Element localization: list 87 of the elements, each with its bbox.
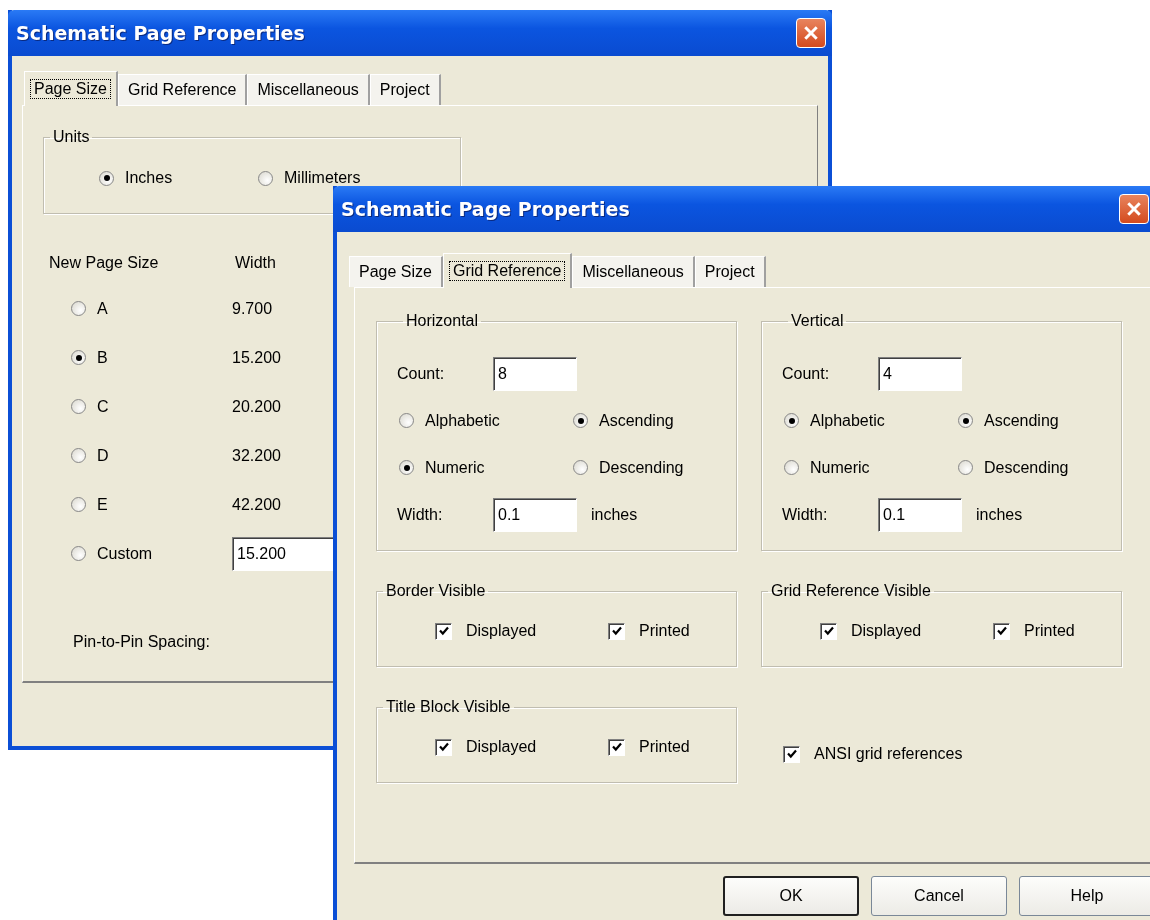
checkbox[interactable] <box>820 622 837 640</box>
radio-button[interactable] <box>958 460 973 475</box>
checkbox[interactable] <box>435 622 452 640</box>
tab[interactable]: Grid Reference <box>117 74 248 105</box>
checkbox-label[interactable]: Printed <box>1024 622 1075 640</box>
tab[interactable]: Page Size <box>349 256 443 287</box>
field-label: Width: <box>397 505 444 524</box>
width-field[interactable]: 0.1 <box>493 497 577 532</box>
checkbox[interactable] <box>435 738 452 756</box>
unit-label: inches <box>591 505 638 524</box>
field-label: Pin-to-Pin Spacing: <box>73 633 210 651</box>
radio-label[interactable]: Ascending <box>599 411 674 430</box>
radio-button[interactable] <box>71 448 86 463</box>
radio-button[interactable] <box>71 546 86 561</box>
unit-label: inches <box>976 505 1023 524</box>
radio-label[interactable]: Alphabetic <box>425 411 500 430</box>
field-label: Count: <box>397 364 446 383</box>
radio-button[interactable] <box>258 170 273 186</box>
checkbox-label[interactable]: Displayed <box>851 622 922 640</box>
radio-label[interactable]: C <box>97 397 109 416</box>
window-title: Schematic Page Properties <box>16 22 305 44</box>
radio-button[interactable] <box>573 460 588 475</box>
column-header: Width <box>235 254 276 272</box>
group-label: Vertical <box>790 312 845 330</box>
field-label: Width: <box>782 505 829 524</box>
width-field[interactable]: 0.1 <box>878 497 962 532</box>
field-label: Count: <box>782 364 831 383</box>
radio-button[interactable] <box>71 399 86 414</box>
dialog-button[interactable]: Cancel <box>871 876 1007 916</box>
close-icon <box>1126 201 1142 217</box>
dialog-button[interactable]: Help <box>1019 876 1150 916</box>
close-icon <box>803 25 819 41</box>
width-value: 9.700 <box>232 299 273 318</box>
group-label: Horizontal <box>405 312 480 330</box>
tab[interactable]: Project <box>369 74 441 105</box>
radio-label[interactable]: Alphabetic <box>810 411 885 430</box>
checkbox[interactable] <box>783 745 800 763</box>
count-field[interactable]: 4 <box>878 356 962 391</box>
tab[interactable]: Project <box>694 256 766 287</box>
radio-label[interactable]: Numeric <box>425 458 485 477</box>
radio-label[interactable]: Numeric <box>810 458 870 477</box>
radio-button[interactable] <box>784 413 799 428</box>
checkbox-label[interactable]: Printed <box>639 738 690 756</box>
radio-button[interactable] <box>99 170 114 186</box>
radio-button[interactable] <box>71 301 86 316</box>
radio-button[interactable] <box>573 413 588 428</box>
tab[interactable]: Grid Reference <box>442 253 573 288</box>
radio-label[interactable]: Inches <box>125 169 173 187</box>
checkbox[interactable] <box>993 622 1010 640</box>
checkbox-label[interactable]: ANSI grid references <box>814 745 963 763</box>
tab[interactable]: Miscellaneous <box>572 256 695 287</box>
radio-label[interactable]: E <box>97 495 108 514</box>
group-label: Title Block Visible <box>385 698 512 716</box>
radio-button[interactable] <box>958 413 973 428</box>
radio-label[interactable]: Descending <box>599 458 684 477</box>
radio-label[interactable]: Millimeters <box>284 169 361 187</box>
close-button[interactable] <box>1119 194 1149 224</box>
checkbox-label[interactable]: Displayed <box>466 738 537 756</box>
group-label: Grid Reference Visible <box>770 582 932 600</box>
dialog-button[interactable]: OK <box>723 876 859 916</box>
radio-label[interactable]: B <box>97 348 108 367</box>
radio-button[interactable] <box>71 497 86 512</box>
radio-button[interactable] <box>784 460 799 475</box>
checkbox-label[interactable]: Displayed <box>466 622 537 640</box>
group-label: Units <box>52 128 91 146</box>
width-value: 32.200 <box>232 446 281 465</box>
section-label: New Page Size <box>49 254 160 272</box>
checkbox[interactable] <box>608 622 625 640</box>
tab[interactable]: Page Size <box>24 71 118 106</box>
width-value: 20.200 <box>232 397 281 416</box>
radio-button[interactable] <box>399 413 414 428</box>
tab[interactable]: Miscellaneous <box>247 74 370 105</box>
window-title: Schematic Page Properties <box>341 198 630 220</box>
radio-label[interactable]: Ascending <box>984 411 1059 430</box>
close-button[interactable] <box>796 18 826 48</box>
radio-label[interactable]: D <box>97 446 109 465</box>
width-value: 15.200 <box>232 348 281 367</box>
count-field[interactable]: 8 <box>493 356 577 391</box>
checkbox-label[interactable]: Printed <box>639 622 690 640</box>
radio-label[interactable]: Descending <box>984 458 1069 477</box>
radio-button[interactable] <box>399 460 414 475</box>
width-value: 42.200 <box>232 495 281 514</box>
checkbox[interactable] <box>608 738 625 756</box>
group-label: Border Visible <box>385 582 487 600</box>
radio-button[interactable] <box>71 350 86 365</box>
radio-label[interactable]: A <box>97 299 108 318</box>
radio-label[interactable]: Custom <box>97 544 153 563</box>
